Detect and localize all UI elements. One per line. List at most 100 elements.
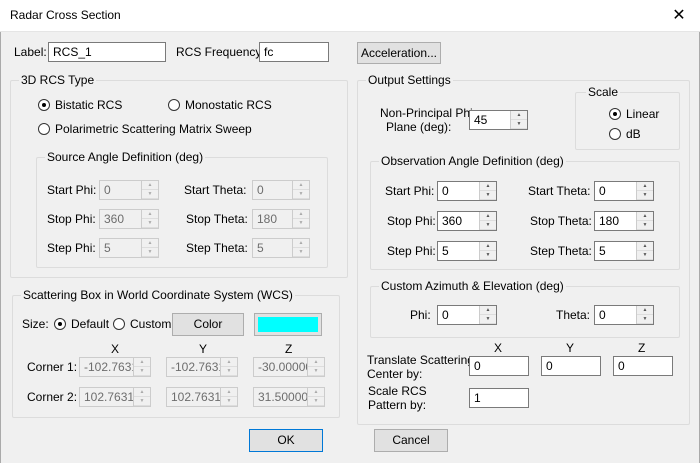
- spin-arrows-icon[interactable]: ▲ ▼: [220, 388, 237, 406]
- scale-rcs-label-line1: Scale RCS: [368, 384, 427, 398]
- corner2-z-spin[interactable]: 31.500000 ▲ ▼: [253, 387, 325, 407]
- spin-arrows-icon[interactable]: ▲ ▼: [292, 239, 309, 257]
- label-input[interactable]: RCS_1: [48, 42, 166, 62]
- spin-arrows-icon[interactable]: ▲ ▼: [307, 388, 324, 406]
- nonprincipal-label-line1: Non-Principal Phi: [380, 106, 473, 120]
- scale-db-radio[interactable]: dB: [609, 127, 641, 141]
- spin-arrows-icon[interactable]: ▲ ▼: [307, 358, 324, 376]
- source-angle-title: Source Angle Definition (deg): [45, 150, 206, 164]
- value: 360: [104, 212, 125, 226]
- spin-arrows-icon[interactable]: ▲ ▼: [479, 306, 496, 324]
- value: 45: [474, 113, 488, 127]
- source-stop-phi-spin[interactable]: 360 ▲ ▼: [99, 209, 159, 229]
- corner2-x-spin[interactable]: 102.76312 ▲ ▼: [79, 387, 151, 407]
- translate-x-input[interactable]: 0: [469, 356, 529, 376]
- spin-arrows-icon[interactable]: ▲ ▼: [133, 358, 150, 376]
- value: 5: [599, 244, 606, 258]
- custom-theta-label: Theta:: [556, 308, 591, 322]
- spin-arrows-icon[interactable]: ▲ ▼: [141, 181, 158, 199]
- source-stop-theta-spin[interactable]: 180 ▲ ▼: [252, 209, 310, 229]
- ok-button[interactable]: OK: [249, 429, 323, 452]
- db-label: dB: [626, 127, 641, 141]
- obs-stop-theta-spin[interactable]: 180 ▲ ▼: [594, 211, 654, 231]
- source-stop-phi-label: Stop Phi:: [47, 212, 96, 226]
- source-stop-theta-label: Stop Theta:: [186, 212, 248, 226]
- spin-arrows-icon[interactable]: ▲ ▼: [479, 212, 496, 230]
- color-button[interactable]: Color: [172, 313, 244, 336]
- scale-group: Scale: [575, 85, 680, 150]
- source-start-theta-label: Start Theta:: [184, 183, 247, 197]
- monostatic-radio[interactable]: Monostatic RCS: [168, 98, 272, 112]
- spin-arrows-icon[interactable]: ▲ ▼: [141, 210, 158, 228]
- spin-arrows-icon[interactable]: ▲ ▼: [220, 358, 237, 376]
- spin-arrows-icon[interactable]: ▲ ▼: [292, 181, 309, 199]
- bistatic-label: Bistatic RCS: [55, 98, 123, 112]
- corner1-z-spin[interactable]: -30.00000 ▲ ▼: [253, 357, 325, 377]
- polarimetric-label: Polarimetric Scattering Matrix Sweep: [55, 122, 252, 136]
- custom-theta-spin[interactable]: 0 ▲ ▼: [594, 305, 654, 325]
- source-start-theta-spin[interactable]: 0 ▲ ▼: [252, 180, 310, 200]
- source-step-phi-spin[interactable]: 5 ▲ ▼: [99, 238, 159, 258]
- translate-z-input[interactable]: 0: [613, 356, 673, 376]
- radio-icon: [609, 128, 621, 140]
- close-icon[interactable]: ✕: [658, 0, 700, 32]
- obs-start-theta-spin[interactable]: 0 ▲ ▼: [594, 181, 654, 201]
- obs-start-phi-spin[interactable]: 0 ▲ ▼: [437, 181, 497, 201]
- color-swatch-fill: [258, 317, 318, 332]
- source-step-theta-spin[interactable]: 5 ▲ ▼: [252, 238, 310, 258]
- bistatic-radio[interactable]: Bistatic RCS: [38, 98, 122, 112]
- value: 180: [599, 214, 620, 228]
- translate-z-header: Z: [638, 341, 646, 355]
- spin-arrows-icon[interactable]: ▲ ▼: [133, 388, 150, 406]
- value: 0: [599, 184, 606, 198]
- translate-label-line1: Translate Scattering: [367, 353, 474, 367]
- size-custom-radio[interactable]: Custom: [113, 317, 171, 331]
- radio-selected-icon: [38, 99, 50, 111]
- spin-arrows-icon[interactable]: ▲ ▼: [636, 182, 653, 200]
- nonprincipal-phi-spin[interactable]: 45 ▲ ▼: [469, 110, 528, 130]
- spin-arrows-icon[interactable]: ▲ ▼: [479, 242, 496, 260]
- obs-step-phi-spin[interactable]: 5 ▲ ▼: [437, 241, 497, 261]
- translate-label-line2: Center by:: [367, 367, 423, 381]
- color-swatch[interactable]: [254, 313, 322, 336]
- spin-arrows-icon[interactable]: ▲ ▼: [510, 111, 527, 129]
- spin-arrows-icon[interactable]: ▲ ▼: [292, 210, 309, 228]
- spin-arrows-icon[interactable]: ▲ ▼: [636, 242, 653, 260]
- scale-rcs-input[interactable]: 1: [469, 388, 529, 408]
- scale-rcs-label-line2: Pattern by:: [368, 398, 427, 412]
- z-header: Z: [285, 342, 293, 356]
- value: 360: [442, 214, 463, 228]
- value: 0: [599, 308, 606, 322]
- obs-stop-phi-spin[interactable]: 360 ▲ ▼: [437, 211, 497, 231]
- value: -102.7631: [171, 360, 226, 374]
- custom-phi-spin[interactable]: 0 ▲ ▼: [437, 305, 497, 325]
- corner1-y-spin[interactable]: -102.7631 ▲ ▼: [166, 357, 238, 377]
- rcs-frequency-input[interactable]: fc: [259, 42, 329, 62]
- x-header: X: [111, 342, 120, 356]
- title-bar: Radar Cross Section ✕: [0, 0, 700, 32]
- default-label: Default: [71, 317, 110, 331]
- obs-step-theta-label: Step Theta:: [530, 244, 592, 258]
- monostatic-label: Monostatic RCS: [185, 98, 272, 112]
- value: 5: [442, 244, 449, 258]
- spin-arrows-icon[interactable]: ▲ ▼: [636, 306, 653, 324]
- translate-y-input[interactable]: 0: [541, 356, 601, 376]
- spin-arrows-icon[interactable]: ▲ ▼: [636, 212, 653, 230]
- source-start-phi-spin[interactable]: 0 ▲ ▼: [99, 180, 159, 200]
- spin-arrows-icon[interactable]: ▲ ▼: [479, 182, 496, 200]
- polarimetric-radio[interactable]: Polarimetric Scattering Matrix Sweep: [38, 122, 252, 136]
- y-header: Y: [199, 342, 208, 356]
- scale-linear-radio[interactable]: Linear: [609, 107, 659, 121]
- label-label: Label:: [14, 45, 47, 59]
- value: -30.00000: [258, 360, 313, 374]
- value: 180: [257, 212, 278, 226]
- corner2-y-spin[interactable]: 102.76312 ▲ ▼: [166, 387, 238, 407]
- spin-arrows-icon[interactable]: ▲ ▼: [141, 239, 158, 257]
- corner2-label: Corner 2:: [27, 390, 78, 404]
- corner1-x-spin[interactable]: -102.7631 ▲ ▼: [79, 357, 151, 377]
- acceleration-button[interactable]: Acceleration...: [357, 42, 441, 64]
- cancel-button[interactable]: Cancel: [374, 429, 448, 452]
- size-default-radio[interactable]: Default: [54, 317, 109, 331]
- value: 5: [257, 241, 264, 255]
- obs-step-theta-spin[interactable]: 5 ▲ ▼: [594, 241, 654, 261]
